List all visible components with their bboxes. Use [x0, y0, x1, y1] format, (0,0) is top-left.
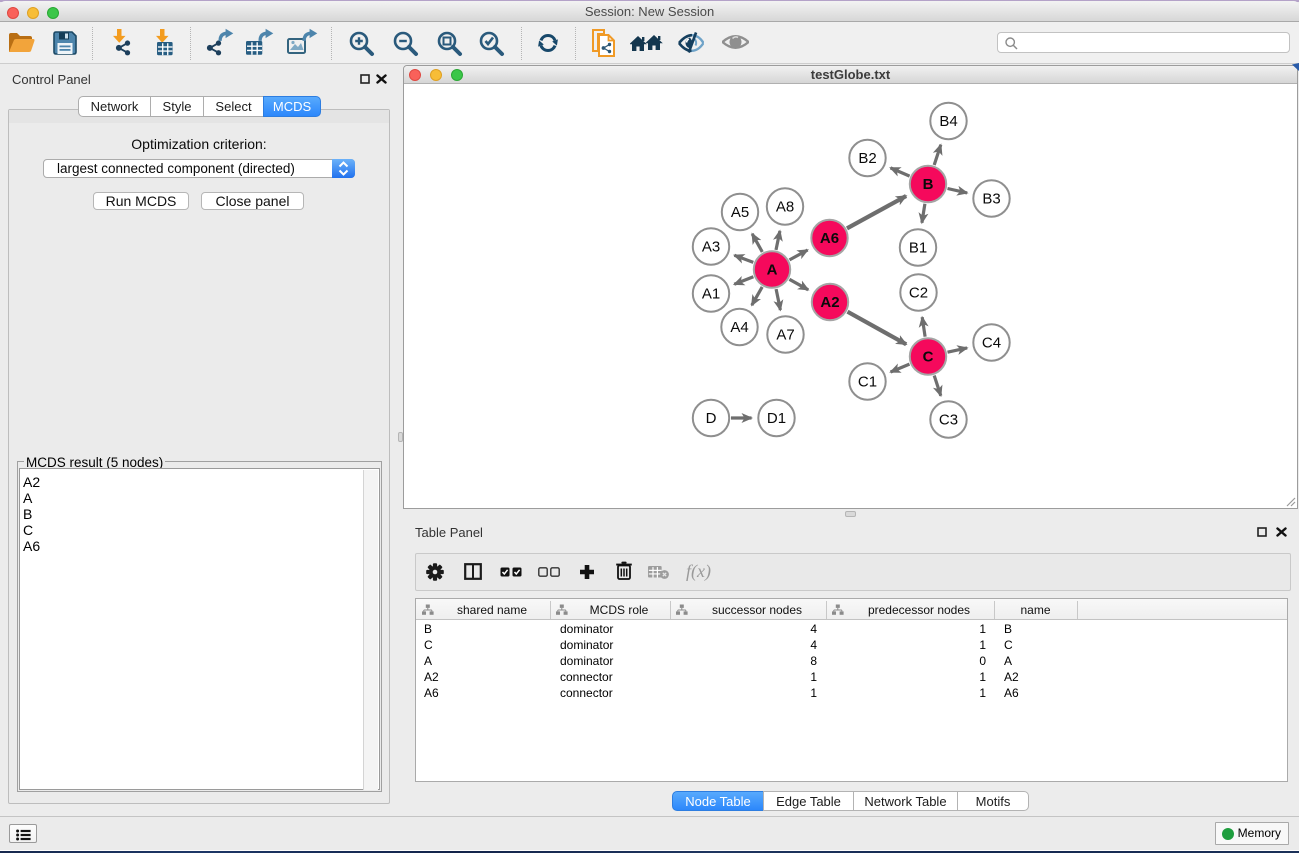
- svg-text:B4: B4: [939, 113, 957, 130]
- svg-text:A5: A5: [731, 204, 749, 221]
- svg-text:A4: A4: [730, 319, 748, 336]
- svg-text:A8: A8: [776, 199, 794, 216]
- svg-text:A2: A2: [820, 294, 839, 311]
- svg-text:C4: C4: [982, 335, 1001, 352]
- svg-text:B2: B2: [858, 150, 876, 167]
- svg-text:B: B: [923, 176, 934, 193]
- svg-text:C3: C3: [939, 412, 958, 429]
- svg-text:A1: A1: [702, 286, 720, 303]
- svg-text:A7: A7: [776, 327, 794, 344]
- svg-text:C: C: [923, 349, 934, 366]
- svg-text:D: D: [706, 410, 717, 427]
- svg-text:C2: C2: [909, 285, 928, 302]
- svg-text:B1: B1: [909, 240, 927, 257]
- svg-text:C1: C1: [858, 374, 877, 391]
- svg-text:A6: A6: [820, 230, 839, 247]
- svg-text:A3: A3: [702, 239, 720, 256]
- svg-text:A: A: [767, 262, 778, 279]
- svg-text:D1: D1: [767, 410, 786, 427]
- svg-text:B3: B3: [982, 191, 1000, 208]
